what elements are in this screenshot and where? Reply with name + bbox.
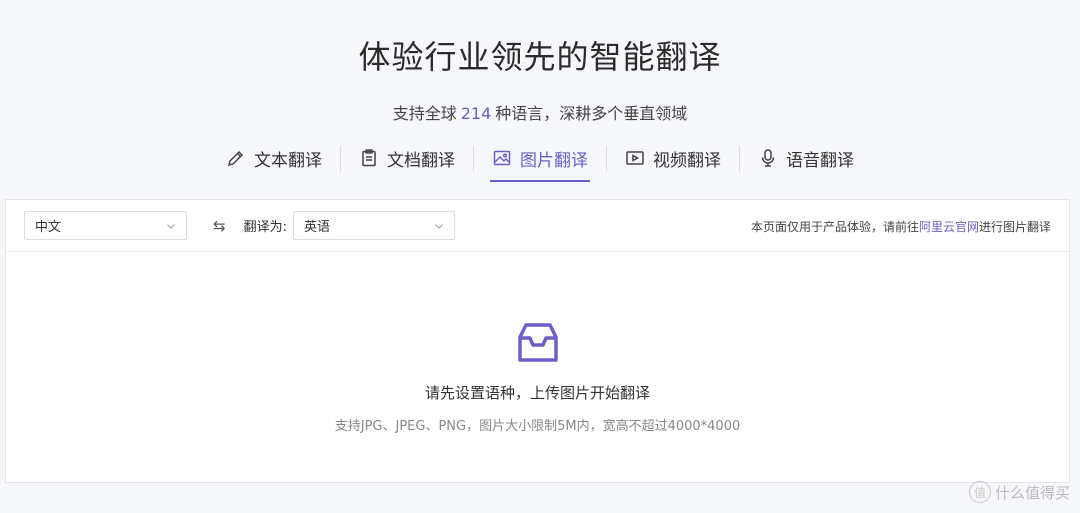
notice-suffix: 进行图片翻译 (978, 219, 1051, 234)
tab-image-translate[interactable]: 图片翻译 (490, 140, 590, 182)
source-language-select[interactable]: 中文 (24, 211, 187, 240)
empty-state-message: 请先设置语种，上传图片开始翻译 (424, 384, 650, 402)
translate-to-label: 翻译为: (243, 220, 287, 235)
video-icon (626, 151, 644, 165)
translation-panel: 中文 ⇆ 翻译为: 英语 本页面仅用于产品体验，请前往 阿里云官网 进行图片翻译 请… (5, 199, 1070, 483)
tab-divider (739, 146, 740, 172)
chevron-down-icon (435, 223, 443, 229)
target-language-value: 英语 (303, 220, 330, 235)
subtitle-suffix: 种语言，深耕多个垂直领域 (495, 104, 688, 123)
inbox-icon (517, 323, 558, 362)
tab-divider (606, 146, 607, 172)
clipboard-icon (362, 149, 376, 167)
page-title: 体验行业领先的智能翻译 (358, 38, 722, 76)
translation-tabs: 文本翻译 文档翻译 图片翻译 视频翻译 语音翻译 (0, 140, 1080, 182)
site-watermark: 值 什么值得买 (968, 481, 1070, 503)
source-language-value: 中文 (35, 220, 62, 235)
upload-requirements-hint: 支持JPG、JPEG、PNG，图片大小限制5M内，宽高不超过4000*4000 (334, 419, 741, 434)
experience-notice: 本页面仅用于产品体验，请前往 阿里云官网 进行图片翻译 (751, 200, 1051, 252)
microphone-icon (761, 149, 775, 167)
tab-text-translate[interactable]: 文本翻译 (224, 140, 324, 182)
tab-video-translate[interactable]: 视频翻译 (623, 140, 723, 182)
page-subtitle: 支持全球 214 种语言，深耕多个垂直领域 (0, 100, 1080, 124)
watermark-text: 什么值得买 (994, 483, 1070, 502)
tab-speech-translate[interactable]: 语音翻译 (756, 140, 856, 182)
language-toolbar: 中文 ⇆ 翻译为: 英语 本页面仅用于产品体验，请前往 阿里云官网 进行图片翻译 (6, 200, 1069, 252)
notice-prefix: 本页面仅用于产品体验，请前往 (750, 219, 919, 234)
page: 体验行业领先的智能翻译 支持全球 214 种语言，深耕多个垂直领域 文本翻译 文档翻… (0, 0, 1080, 513)
empty-state: 请先设置语种，上传图片开始翻译 支持JPG、JPEG、PNG，图片大小限制5M内… (6, 320, 1069, 434)
tab-label: 文档翻译 (387, 150, 455, 171)
language-count: 214 (460, 104, 492, 123)
tab-label: 文本翻译 (254, 150, 322, 171)
tab-label: 图片翻译 (520, 150, 588, 171)
watermark-badge: 值 (968, 481, 991, 503)
tab-divider (473, 146, 474, 172)
tab-label: 语音翻译 (786, 150, 854, 171)
tab-label: 视频翻译 (653, 150, 721, 171)
aliyun-link[interactable]: 阿里云官网 (919, 218, 979, 235)
target-language-select[interactable]: 英语 (292, 211, 455, 240)
tab-divider (340, 146, 341, 172)
chevron-down-icon (167, 223, 175, 229)
swap-languages-icon[interactable]: ⇆ (213, 217, 226, 235)
pencil-icon (227, 150, 244, 167)
image-icon (493, 150, 511, 166)
tab-document-translate[interactable]: 文档翻译 (357, 140, 457, 182)
subtitle-prefix: 支持全球 (392, 104, 457, 123)
